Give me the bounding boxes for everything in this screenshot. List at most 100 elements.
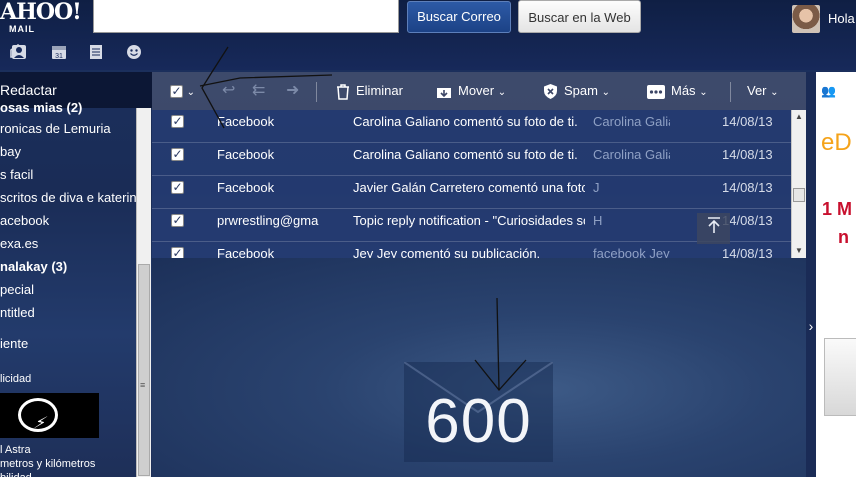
ad-label: licidad <box>0 373 32 385</box>
view-button[interactable]: Ver ⌄ <box>747 72 779 110</box>
ad-column-divider <box>806 72 816 477</box>
search-web-button[interactable]: Buscar en la Web <box>518 0 641 33</box>
message-count: 600 <box>425 387 532 456</box>
table-row[interactable]: ✓ prwrestling@gma Topic reply notificati… <box>152 209 791 242</box>
sender: prwrestling@gma <box>217 213 319 228</box>
folder-item[interactable]: pecial <box>0 282 34 297</box>
sender: Facebook <box>217 114 275 129</box>
top-bar: AHOO! MAIL Buscar Correo Buscar en la We… <box>0 0 856 70</box>
ad-text[interactable]: bilidad <box>0 472 32 477</box>
search-mail-button[interactable]: Buscar Correo <box>407 1 511 33</box>
ad-text[interactable]: l Astra <box>0 444 31 456</box>
bolt-icon: ⚡ <box>31 415 50 432</box>
chevron-right-icon[interactable]: › <box>806 318 816 334</box>
mail-logo-label: MAIL <box>9 24 35 34</box>
ad-brand-logo[interactable]: eD <box>821 129 852 157</box>
folder-item[interactable]: exa.es <box>0 236 38 251</box>
snippet: H <box>593 213 603 228</box>
more-button[interactable]: Más ⌄ <box>647 72 708 110</box>
snippet: facebook Jey Jey com <box>593 246 670 258</box>
delete-button[interactable]: Eliminar <box>336 72 403 110</box>
subject: Topic reply notification - "Curiosidades… <box>353 213 585 228</box>
folder-label: exa.es <box>0 236 39 251</box>
message-list-scrollbar[interactable]: ▲ ▼ <box>791 110 806 258</box>
spam-button[interactable]: Spam ⌄ <box>543 72 610 110</box>
reply-icon[interactable]: ↩ <box>222 72 235 110</box>
shield-icon <box>544 84 557 100</box>
row-checkbox[interactable]: ✓ <box>171 148 184 161</box>
message-list: ✓ Facebook Carolina Galiano comentó su f… <box>152 110 791 258</box>
folder-item[interactable]: nalakay (3) <box>0 259 67 274</box>
ad-text[interactable]: metros y kilómetros <box>0 458 95 470</box>
ad-logo[interactable]: ⚡ <box>0 393 99 438</box>
calendar-icon[interactable]: 31 <box>49 44 69 64</box>
select-all-checkbox[interactable]: ✓ ⌄ <box>170 72 195 110</box>
folder-item[interactable]: iente <box>0 336 28 351</box>
chevron-down-icon[interactable]: ⌄ <box>187 87 195 98</box>
scroll-down-icon[interactable]: ▼ <box>795 246 803 255</box>
folder-label: ronicas de Lemuria <box>0 121 111 136</box>
snippet: Carolina Galia <box>593 114 670 129</box>
folder-item[interactable]: ntitled <box>0 305 35 320</box>
folder-label: pecial <box>0 282 34 297</box>
table-row[interactable]: ✓ Facebook Carolina Galiano comentó su f… <box>152 143 791 176</box>
folder-item[interactable]: osas mias (2) <box>0 100 82 115</box>
toolbar-divider <box>730 82 731 102</box>
subject: Jey Jey comentó su publicación. <box>353 246 541 258</box>
greeting[interactable]: Hola <box>828 11 855 26</box>
folder-item[interactable]: s facil <box>0 167 33 182</box>
row-checkbox[interactable]: ✓ <box>171 247 184 258</box>
table-row[interactable]: ✓ Facebook Carolina Galiano comentó su f… <box>152 110 791 143</box>
forward-icon[interactable]: ➜ <box>286 72 299 110</box>
subject: Carolina Galiano comentó su foto de ti. <box>353 147 578 162</box>
subject: Carolina Galiano comentó su foto de ti. <box>353 114 578 129</box>
notepad-icon[interactable] <box>86 44 106 64</box>
ad-headline[interactable]: 1 M <box>822 199 852 220</box>
people-icon[interactable]: 👥 <box>821 84 836 98</box>
ad-envelope-icon[interactable] <box>824 338 856 416</box>
opel-ring-icon: ⚡ <box>18 398 58 432</box>
folder-item[interactable]: acebook <box>0 213 49 228</box>
chevron-down-icon: ⌄ <box>770 87 779 98</box>
messenger-icon[interactable] <box>124 44 144 64</box>
scroll-to-top-button[interactable] <box>697 213 730 244</box>
svg-text:31: 31 <box>55 53 63 60</box>
date: 14/08/13 <box>722 114 773 129</box>
sidebar-scrollbar[interactable]: ≡ <box>136 108 151 477</box>
chevron-down-icon: ⌄ <box>497 87 507 98</box>
ad-headline[interactable]: n <box>838 227 849 248</box>
subject: Javier Galán Carretero comentó una foto … <box>353 180 585 195</box>
yahoo-logo[interactable]: AHOO! <box>0 0 82 24</box>
folder-label: scritos de diva e katerin <box>0 190 137 205</box>
grip-icon: ≡ <box>140 380 146 390</box>
scroll-up-icon[interactable]: ▲ <box>795 112 803 121</box>
row-checkbox[interactable]: ✓ <box>171 214 184 227</box>
ad-logo-text: eD <box>821 129 852 156</box>
search-input[interactable] <box>93 0 399 33</box>
folder-item[interactable]: bay <box>0 144 21 159</box>
date: 14/08/13 <box>722 180 773 195</box>
spam-label: Spam <box>564 83 598 98</box>
folder-label: acebook <box>0 213 50 228</box>
more-label: Más <box>671 83 696 98</box>
folder-label: osas mias <box>0 100 63 115</box>
folder-item[interactable]: ronicas de Lemuria <box>0 121 111 136</box>
move-button[interactable]: Mover ⌄ <box>436 72 506 110</box>
avatar[interactable] <box>792 5 820 33</box>
row-checkbox[interactable]: ✓ <box>171 181 184 194</box>
arrow-up-icon <box>707 217 720 233</box>
date: 14/08/13 <box>722 147 773 162</box>
table-row[interactable]: ✓ Facebook Javier Galán Carretero coment… <box>152 176 791 209</box>
folder-item[interactable]: scritos de diva e katerin <box>0 190 137 205</box>
reply-all-icon[interactable]: ⇇ <box>252 72 265 110</box>
table-row[interactable]: ✓ Facebook Jey Jey comentó su publicació… <box>152 242 791 258</box>
sidebar-scroll-thumb[interactable] <box>138 264 150 476</box>
sender: Facebook <box>217 246 275 258</box>
chevron-down-icon: ⌄ <box>699 87 708 98</box>
sender: Facebook <box>217 180 275 195</box>
row-checkbox[interactable]: ✓ <box>171 115 184 128</box>
contacts-icon[interactable] <box>9 44 29 64</box>
message-list-scroll-thumb[interactable] <box>793 188 805 202</box>
snippet: Carolina Galia <box>593 147 670 162</box>
folder-label: iente <box>0 336 29 351</box>
